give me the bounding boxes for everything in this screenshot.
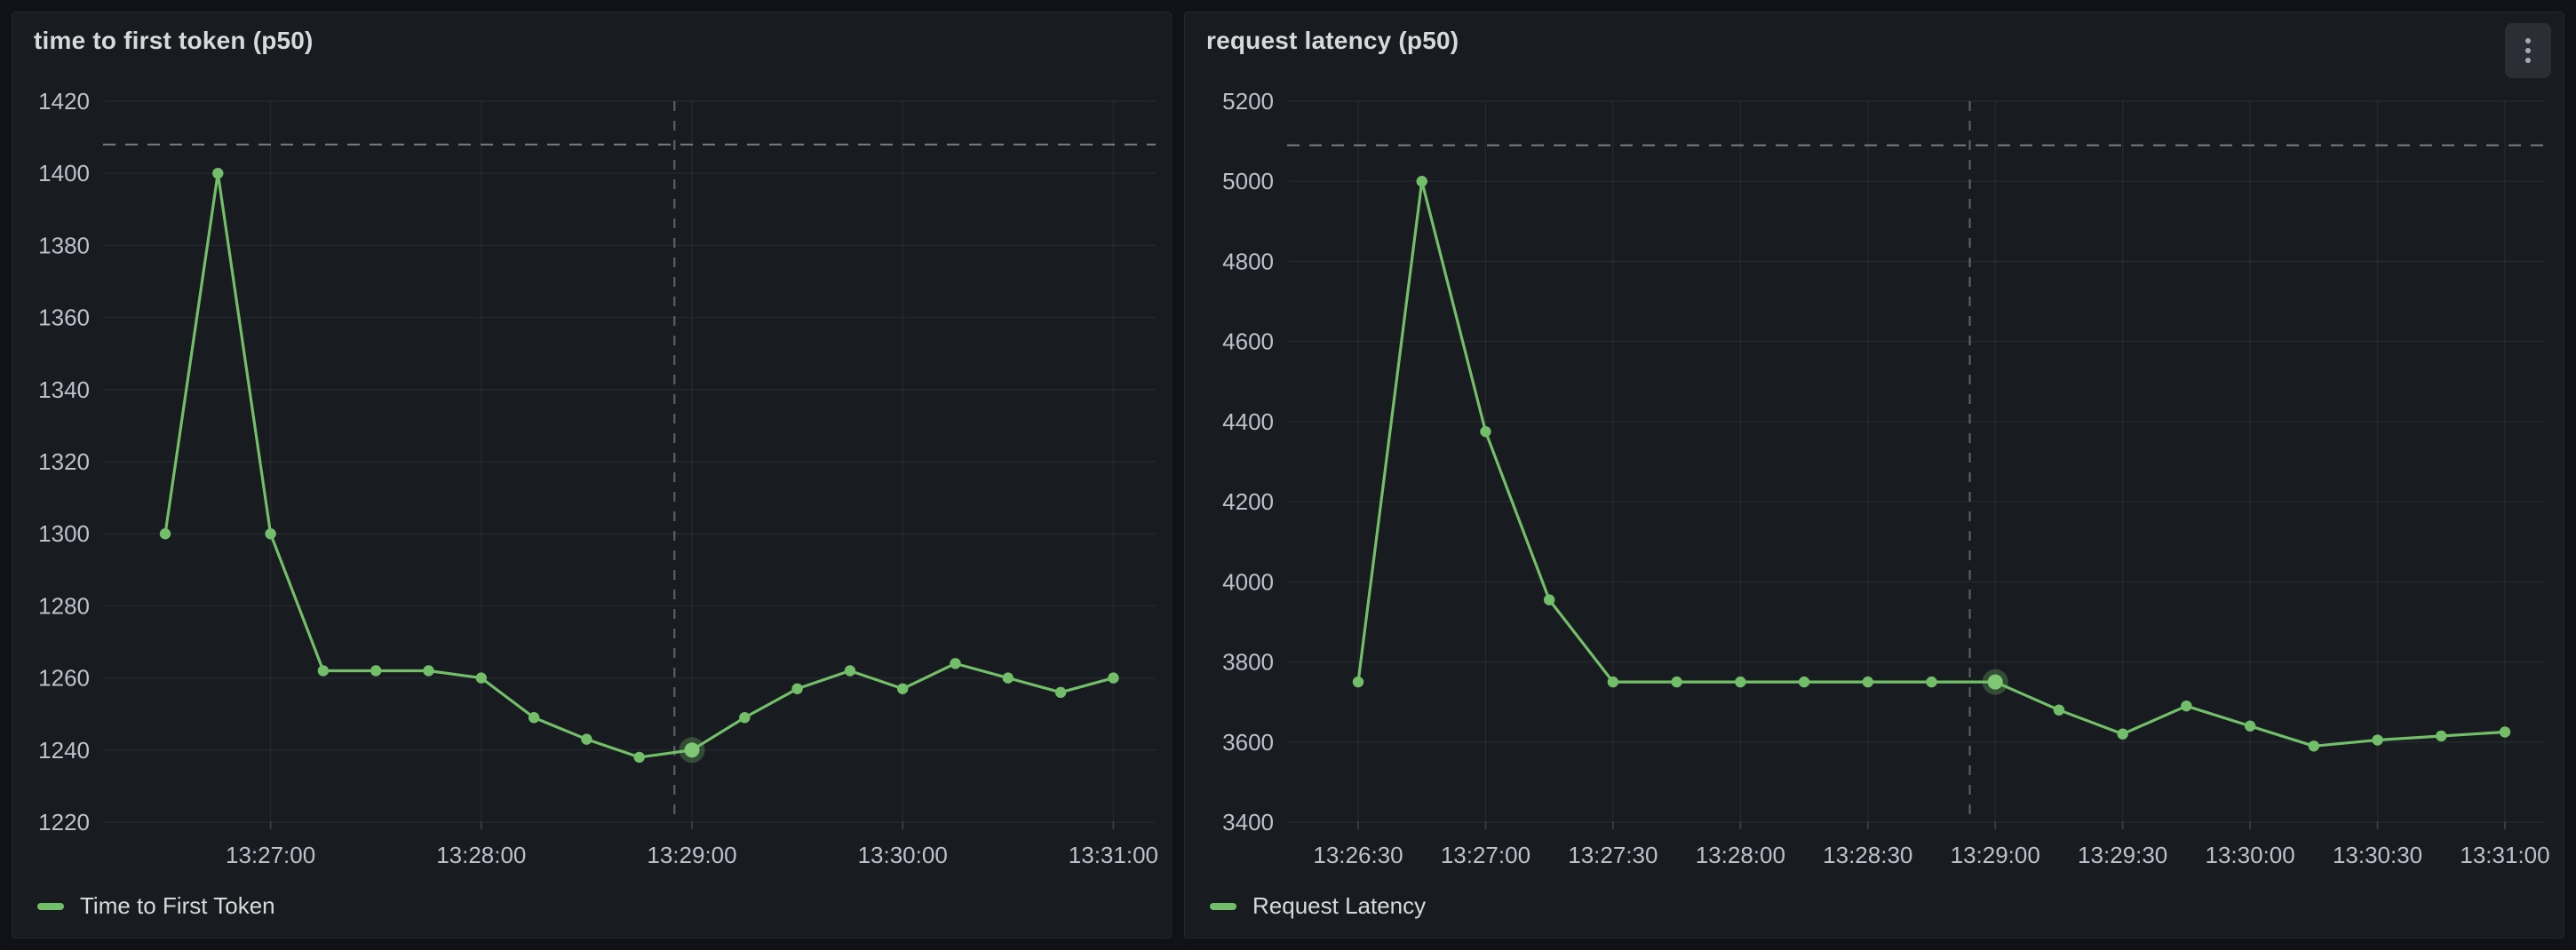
x-axis-tick-label: 13:27:00 [226,842,315,868]
panel-request-latency: request latency (p50) 520050004800460044… [1184,12,2564,938]
data-point[interactable] [1863,677,1873,687]
data-point[interactable] [1417,176,1427,186]
data-point[interactable] [2181,701,2191,711]
y-axis-tick-label: 4200 [1222,488,1274,515]
highlighted-point[interactable] [1988,675,2003,690]
data-point[interactable] [791,684,802,694]
y-axis-tick-label: 1400 [38,160,90,186]
data-point[interactable] [2436,731,2446,741]
legend-label: Time to First Token [80,892,275,920]
x-axis-tick-label: 13:27:30 [1568,842,1658,868]
x-axis-tick-label: 13:29:30 [2078,842,2167,868]
y-axis-tick-label: 4400 [1222,408,1274,435]
data-point[interactable] [1108,672,1118,683]
data-point[interactable] [160,528,171,539]
data-point[interactable] [370,665,381,676]
panel-menu-kebab-icon[interactable] [2505,23,2551,78]
x-axis-tick-label: 13:29:00 [647,842,736,868]
series-color-swatch [1210,903,1236,910]
legend-label: Request Latency [1252,892,1426,920]
y-axis-tick-label: 1260 [38,665,90,692]
panel-time-to-first-token: time to first token (p50) 14201400138013… [12,12,1172,938]
x-axis-tick-label: 13:30:00 [2206,842,2295,868]
data-point[interactable] [1544,594,1554,605]
y-axis-tick-label: 1300 [38,520,90,547]
y-axis-tick-label: 4600 [1222,329,1274,355]
y-axis-tick-label: 3400 [1222,809,1274,835]
data-point[interactable] [2054,704,2064,715]
data-points [1353,176,2510,751]
x-axis-tick-label: 13:30:00 [858,842,948,868]
data-point[interactable] [318,665,329,676]
series-color-swatch [37,903,64,910]
x-axis-tick-label: 13:29:00 [1951,842,2040,868]
y-axis-tick-label: 1420 [38,88,90,115]
data-point[interactable] [1926,677,1936,687]
data-point[interactable] [897,684,908,694]
y-axis-tick-label: 4800 [1222,248,1274,274]
y-axis-tick-label: 1220 [38,809,90,835]
data-point[interactable] [1671,677,1682,687]
data-point[interactable] [1353,677,1364,687]
series-line [165,173,1113,757]
y-axis-tick-label: 1240 [38,737,90,764]
y-axis-tick-label: 4000 [1222,568,1274,595]
data-point[interactable] [423,665,433,676]
data-point[interactable] [633,752,644,763]
x-axis-tick-label: 13:28:00 [1696,842,1785,868]
y-axis-tick-label: 1340 [38,376,90,403]
x-axis-tick-label: 13:30:30 [2333,842,2422,868]
data-point[interactable] [739,712,750,723]
data-point[interactable] [2309,740,2319,751]
y-axis-tick-label: 1280 [38,592,90,619]
highlighted-point[interactable] [684,742,699,757]
y-axis-tick-label: 5000 [1222,168,1274,194]
x-axis-tick-label: 13:31:00 [2460,842,2549,868]
legend-item[interactable]: Time to First Token [37,892,275,920]
data-point[interactable] [1799,677,1809,687]
data-point[interactable] [212,168,223,178]
kebab-dot [2525,38,2531,44]
x-axis-tick-label: 13:28:00 [436,842,526,868]
kebab-dot [2525,58,2531,63]
data-point[interactable] [265,528,275,539]
y-axis-tick-label: 1360 [38,305,90,331]
data-point[interactable] [581,733,592,744]
data-point[interactable] [529,712,539,723]
y-axis-tick-label: 1320 [38,448,90,475]
x-axis-tick-label: 13:28:30 [1823,842,1912,868]
data-point[interactable] [1055,687,1066,698]
data-points [160,168,1119,763]
x-axis-tick-label: 13:27:00 [1441,842,1530,868]
time-series-chart[interactable]: 5200 5000 4800 4600 4400 4200 4000 3800 3600 3400… [1185,12,2564,938]
data-point[interactable] [2245,721,2255,732]
kebab-dot [2525,48,2531,53]
data-point[interactable] [1735,677,1745,687]
x-axis-tick-label: 13:31:00 [1069,842,1158,868]
x-axis-tick-label: 13:26:30 [1313,842,1403,868]
time-series-chart[interactable]: 1420 1400 1380 1360 1340 1320 1300 1280 1260 1240… [12,12,1171,938]
data-point[interactable] [845,665,855,676]
y-axis-tick-label: 1380 [38,232,90,258]
legend-item[interactable]: Request Latency [1210,892,1426,920]
grid-lines [1287,101,2544,829]
y-axis-tick-label: 3600 [1222,729,1274,756]
data-point[interactable] [2372,734,2382,745]
data-point[interactable] [1480,426,1491,437]
data-point[interactable] [1608,677,1618,687]
data-point[interactable] [2117,729,2127,740]
data-point[interactable] [476,672,487,683]
data-point[interactable] [2500,726,2510,737]
data-point[interactable] [950,658,960,669]
y-axis-tick-label: 3800 [1222,649,1274,676]
y-axis-tick-label: 5200 [1222,88,1274,115]
data-point[interactable] [1003,672,1014,683]
